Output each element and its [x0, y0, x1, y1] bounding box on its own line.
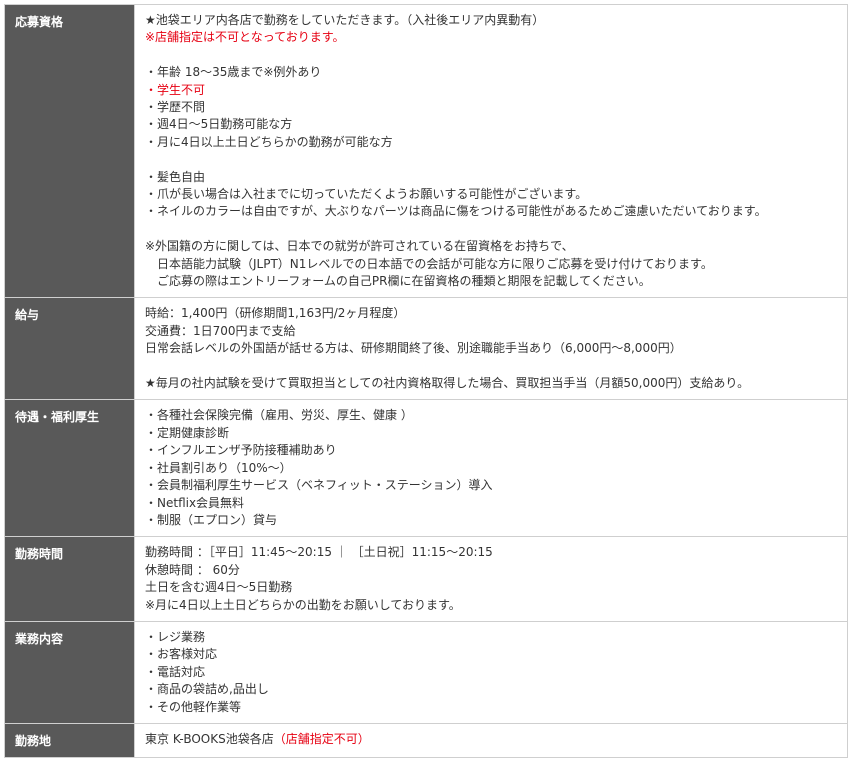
line-text: ※月に4日以上土日どちらかの出勤をお願いしております。	[145, 597, 461, 612]
content-line: ・レジ業務	[145, 629, 837, 646]
line-text: ・週4日〜5日勤務可能な方	[145, 117, 293, 132]
content-line: 日本語能力試験（JLPT）N1レベルでの日本語での会話が可能な方に限りご応募を受…	[145, 256, 837, 273]
job-duties-row: 業務内容 ・レジ業務・お客様対応 ・電話対応・商品の袋詰め,品出し ・その他軽作業等	[4, 620, 848, 724]
content-line: ・お客様対応	[145, 646, 837, 663]
content-line: ・週4日〜5日勤務可能な方	[145, 116, 837, 133]
content-line: ※月に4日以上土日どちらかの出勤をお願いしております。	[145, 597, 837, 614]
content-line: 東京 K-BOOKS池袋各店（店舗指定不可）	[145, 731, 837, 748]
line-text: ・レジ業務	[145, 629, 206, 644]
line-text: ★池袋エリア内各店で勤務をしていただきます。（入社後エリア内異動有）	[145, 13, 545, 27]
benefits-row: 待遇・福利厚生 ・各種社会保険完備（雇用、労災、厚生、健康 ） ・定期健康診断・イン…	[4, 399, 848, 538]
line-text: ※外国籍の方に関しては、日本での就労が許可されている在留資格をお持ちで、	[145, 239, 574, 254]
line-text: 日常会話レベルの外国語が話せる方は、研修期間終了後、別途職能手当あり（6,000…	[145, 341, 682, 356]
content-line: 土日を含む週4日〜5日勤務	[145, 579, 837, 596]
line-text: ・爪が長い場合は入社までに切っていただくようお願いする可能性がございます。	[145, 187, 588, 202]
line-text: 日本語能力試験（JLPT）N1レベルでの日本語での会話が可能な方に限りご応募を受…	[145, 256, 713, 271]
row-label: 業務内容	[4, 620, 135, 724]
content-line: 休憩時間 ： 60分	[145, 562, 837, 579]
line-text: ・学生不可	[145, 82, 206, 97]
content-line: 時給：1,400円（研修期間1,163円/2ヶ月程度）	[145, 305, 837, 322]
line-text: ・その他軽作業等	[145, 699, 242, 714]
content-line: ・学歴不問	[145, 99, 837, 116]
content-line: ・爪が長い場合は入社までに切っていただくようお願いする可能性がございます。	[145, 186, 837, 203]
content-line: 日常会話レベルの外国語が話せる方は、研修期間終了後、別途職能手当あり（6,000…	[145, 340, 837, 357]
line-text: ・商品の袋詰め,品出し	[145, 682, 269, 697]
line-text: ・会員制福利厚生サービス（ベネフィット・ステーション）導入	[145, 478, 493, 493]
line-text: ・お客様対応	[145, 647, 218, 662]
content-line: ・髪色自由	[145, 169, 837, 186]
content-line: ・年齢 18〜35歳まで※例外あり	[145, 64, 837, 81]
content-line: ★毎月の社内試験を受けて買取担当としての社内資格取得した場合、買取担当手当（月額…	[145, 375, 837, 392]
line-text: ・Netflix会員無料	[145, 495, 245, 510]
row-label: 給与	[4, 297, 135, 401]
row-content: 勤務時間 ：［平日］11:45〜20:15 ｜ ［土日祝］11:15〜20:15…	[134, 536, 848, 622]
line-text: ・各種社会保険完備（雇用、労災、厚生、健康 ）	[145, 408, 413, 423]
row-content: ・各種社会保険完備（雇用、労災、厚生、健康 ） ・定期健康診断・インフルエンザ予防…	[134, 399, 848, 538]
line-text: 土日を含む週4日〜5日勤務	[145, 580, 293, 595]
content-line: ・月に4日以上土日どちらかの勤務が可能な方	[145, 134, 837, 151]
qualifications-row: 応募資格 ★池袋エリア内各店で勤務をしていただきます。（入社後エリア内異動有） ※店…	[4, 3, 848, 299]
content-line: ・社員割引あり（10%〜）	[145, 460, 837, 477]
location-note: （店舗指定不可）	[273, 731, 370, 746]
line-text: ご応募の際はエントリーフォームの自己PR欄に在留資格の種類と期限を記載してくださ…	[145, 274, 651, 289]
content-line: ・学生不可	[145, 82, 837, 99]
row-label: 待遇・福利厚生	[4, 399, 135, 538]
line-text: ・インフルエンザ予防接種補助あり	[145, 443, 337, 458]
content-line: ・電話対応	[145, 664, 837, 681]
content-line: ・会員制福利厚生サービス（ベネフィット・ステーション）導入	[145, 477, 837, 494]
row-content: ★池袋エリア内各店で勤務をしていただきます。（入社後エリア内異動有） ※店舗指定は…	[134, 3, 848, 299]
content-line: ★池袋エリア内各店で勤務をしていただきます。（入社後エリア内異動有）	[145, 12, 837, 29]
content-line: ・ネイルのカラーは自由ですが、大ぶりなパーツは商品に傷をつける可能性があるためご…	[145, 203, 837, 220]
content-line: ・インフルエンザ予防接種補助あり	[145, 442, 837, 459]
content-line: ・制服（エプロン）貸与	[145, 512, 837, 529]
work-location-row: 勤務地 東京 K-BOOKS池袋各店（店舗指定不可）	[4, 722, 848, 758]
line-text: ・髪色自由	[145, 169, 206, 184]
line-text: ・年齢 18〜35歳まで※例外あり	[145, 65, 322, 80]
content-line: ・商品の袋詰め,品出し	[145, 681, 837, 698]
line-text: 時給：1,400円（研修期間1,163円/2ヶ月程度）	[145, 306, 406, 321]
line-text: 休憩時間 ： 60分	[145, 562, 240, 577]
row-content: 東京 K-BOOKS池袋各店（店舗指定不可）	[134, 722, 848, 758]
content-line: 勤務時間 ：［平日］11:45〜20:15 ｜ ［土日祝］11:15〜20:15	[145, 544, 837, 561]
line-text: ・月に4日以上土日どちらかの勤務が可能な方	[145, 134, 393, 149]
row-content: 時給：1,400円（研修期間1,163円/2ヶ月程度） 交通費：1日700円まで支…	[134, 297, 848, 401]
content-line: ご応募の際はエントリーフォームの自己PR欄に在留資格の種類と期限を記載してくださ…	[145, 273, 837, 290]
content-line: ・Netflix会員無料	[145, 495, 837, 512]
job-requirements-table: 応募資格 ★池袋エリア内各店で勤務をしていただきます。（入社後エリア内異動有） ※店…	[4, 3, 848, 758]
content-line: ※店舗指定は不可となっております。	[145, 29, 837, 46]
content-line: ・その他軽作業等	[145, 699, 837, 716]
row-label: 勤務時間	[4, 536, 135, 622]
line-text: ・定期健康診断	[145, 425, 230, 440]
content-line: ※外国籍の方に関しては、日本での就労が許可されている在留資格をお持ちで、	[145, 238, 837, 255]
salary-row: 給与 時給：1,400円（研修期間1,163円/2ヶ月程度） 交通費：1日700円ま…	[4, 297, 848, 401]
row-label: 応募資格	[4, 3, 135, 299]
line-text: 勤務時間 ：［平日］11:45〜20:15 ｜ ［土日祝］11:15〜20:15	[145, 545, 493, 560]
line-text: 交通費：1日700円まで支給	[145, 323, 296, 338]
line-text: ・ネイルのカラーは自由ですが、大ぶりなパーツは商品に傷をつける可能性があるためご…	[145, 204, 767, 219]
line-text: ★毎月の社内試験を受けて買取担当としての社内資格取得した場合、買取担当手当（月額…	[145, 376, 750, 391]
line-text: 東京 K-BOOKS池袋各店	[145, 731, 274, 746]
table-body: 応募資格 ★池袋エリア内各店で勤務をしていただきます。（入社後エリア内異動有） ※店…	[4, 3, 848, 758]
content-line: 交通費：1日700円まで支給	[145, 323, 837, 340]
content-line: ・定期健康診断	[145, 425, 837, 442]
content-line: ・各種社会保険完備（雇用、労災、厚生、健康 ）	[145, 407, 837, 424]
line-text: ・社員割引あり（10%〜）	[145, 460, 292, 475]
line-text: ・制服（エプロン）貸与	[145, 512, 278, 527]
line-text: ・学歴不問	[145, 100, 206, 115]
row-label: 勤務地	[4, 722, 135, 758]
line-text: ・電話対応	[145, 664, 206, 679]
working-hours-row: 勤務時間 勤務時間 ：［平日］11:45〜20:15 ｜ ［土日祝］11:15〜2…	[4, 536, 848, 622]
row-content: ・レジ業務・お客様対応 ・電話対応・商品の袋詰め,品出し ・その他軽作業等	[134, 620, 848, 724]
line-text: ※店舗指定は不可となっております。	[145, 30, 345, 45]
